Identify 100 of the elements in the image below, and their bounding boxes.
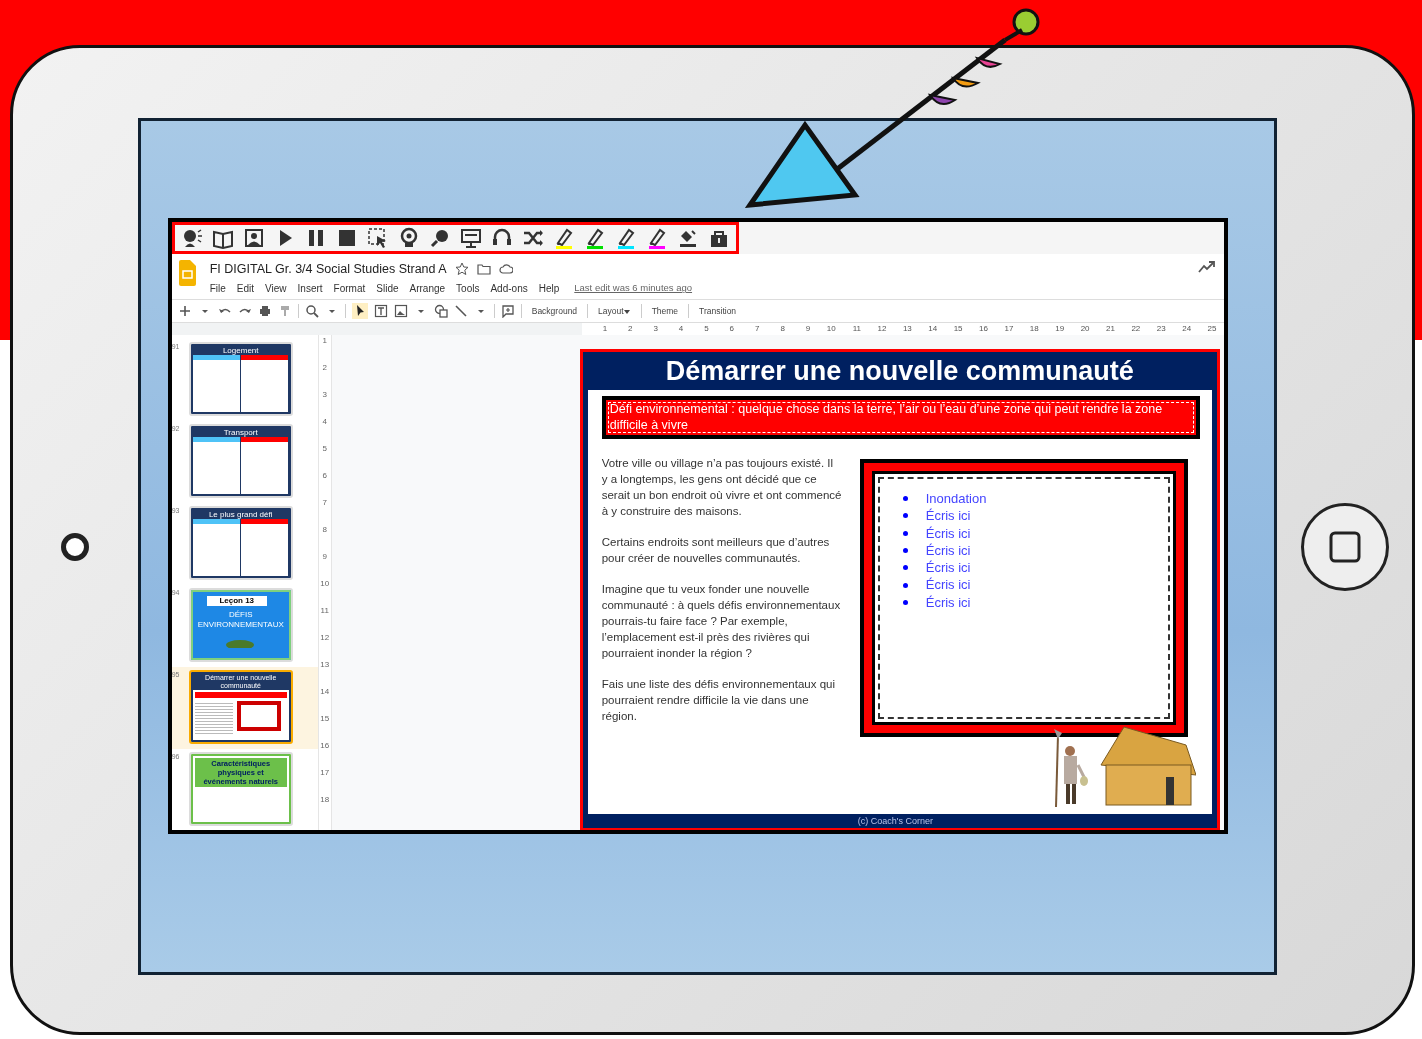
ruler-number: 5 bbox=[321, 443, 328, 455]
ruler-number: 17 bbox=[319, 767, 331, 779]
list-item[interactable]: Écris ici bbox=[925, 559, 971, 577]
slide-thumbnail[interactable]: Transport bbox=[188, 424, 293, 498]
toolbar-button[interactable]: Background bbox=[527, 304, 582, 318]
paragraph: Imagine que tu veux fonder une nouvelle communauté : à quels défis environnementaux pourrais-tu faire face ? Par exemple, l’emplacement est-il près des rivières qui pourraient inonder la région ? bbox=[601, 582, 842, 661]
ruler-number: 2 bbox=[321, 362, 328, 374]
cloud-icon[interactable] bbox=[498, 262, 513, 277]
bullet-icon bbox=[902, 530, 908, 536]
ruler-number: 8 bbox=[321, 524, 328, 536]
ruler-number: 1 bbox=[321, 335, 328, 347]
ruler-number: 22 bbox=[1130, 323, 1141, 335]
ruler-number: 5 bbox=[703, 323, 709, 335]
ruler-number: 14 bbox=[927, 323, 938, 335]
slide-thumbnail[interactable]: Leçon 13 DÉFIS ENVIRONNEMENTAUX bbox=[188, 588, 293, 662]
hill-drawing bbox=[224, 637, 255, 648]
menu-item[interactable]: Arrange bbox=[409, 280, 446, 296]
menu-item[interactable]: Edit bbox=[236, 280, 255, 296]
ruler-number: 25 bbox=[1206, 323, 1217, 335]
print-icon[interactable] bbox=[257, 304, 272, 318]
list-item[interactable]: Écris ici bbox=[925, 541, 971, 560]
ruler-number: 13 bbox=[319, 659, 331, 671]
camera-icon bbox=[61, 532, 90, 561]
ruler-number: 19 bbox=[1054, 323, 1065, 335]
ruler-number: 15 bbox=[319, 713, 331, 725]
list-item[interactable]: Écris ici bbox=[925, 576, 971, 594]
list-item[interactable]: Écris ici bbox=[925, 593, 971, 612]
menu-item[interactable]: Add-ons bbox=[490, 280, 528, 296]
text-lines bbox=[194, 701, 233, 735]
activity-trend-icon[interactable] bbox=[1197, 260, 1216, 274]
toolbar-button[interactable]: Transition bbox=[695, 304, 741, 318]
image-insert-icon[interactable] bbox=[393, 304, 408, 318]
zoom-icon[interactable] bbox=[304, 304, 319, 318]
definition-text: Défi environnemental : quelque chose dans la terre, l’air ou l’eau d’une zone qui peut rendre la zone difficile à vivre bbox=[605, 400, 1196, 435]
ruler-number: 4 bbox=[321, 416, 328, 428]
monitor-icon[interactable] bbox=[459, 227, 482, 249]
ruler-number: 16 bbox=[978, 323, 988, 335]
bullet-icon bbox=[902, 565, 908, 571]
paragraph: Certains endroits sont meilleurs que d’autres pour créer de nouvelles communautés. bbox=[601, 535, 831, 566]
menu-item[interactable]: Help bbox=[538, 280, 560, 296]
ruler-number: 18 bbox=[319, 794, 331, 806]
line-icon[interactable] bbox=[453, 304, 468, 318]
thumbnail-title: DÉFIS ENVIRONNEMENTAUX bbox=[196, 610, 285, 630]
menu-item[interactable]: Insert bbox=[297, 280, 323, 296]
last-edit-link[interactable]: Last edit was 6 minutes ago bbox=[574, 281, 693, 296]
ruler-number: 8 bbox=[779, 323, 785, 335]
menu-item[interactable]: File bbox=[209, 280, 226, 296]
ruler-number: 24 bbox=[1181, 323, 1192, 335]
bullet-icon bbox=[902, 496, 908, 502]
text-box-icon[interactable] bbox=[373, 304, 388, 318]
thumbnail-title: Le plus grand défi bbox=[207, 510, 274, 519]
answer-box[interactable]: Inondation Écris ici Écris ici Écris ici Écris ici Écris ici Écris ici bbox=[871, 471, 1176, 725]
ruler-number: 11 bbox=[319, 605, 330, 617]
shapes-icon[interactable] bbox=[433, 304, 448, 318]
ruler-number: 7 bbox=[321, 497, 328, 509]
ruler-number: 16 bbox=[319, 740, 331, 752]
list-item[interactable]: Inondation bbox=[925, 490, 987, 508]
caret-icon bbox=[623, 307, 631, 315]
folder-icon[interactable] bbox=[476, 262, 491, 277]
plus-icon[interactable] bbox=[177, 304, 192, 318]
menu-item[interactable]: View bbox=[265, 280, 287, 296]
ruler-number: 9 bbox=[804, 323, 811, 335]
star-icon[interactable] bbox=[454, 262, 469, 277]
document-title[interactable]: FI DIGITAL Gr. 3/4 Social Studies Strand A bbox=[209, 260, 447, 279]
menu-item[interactable]: Format bbox=[333, 280, 366, 296]
ruler-number: 4 bbox=[677, 323, 684, 335]
shuffle-icon[interactable] bbox=[521, 227, 544, 249]
cursor-icon[interactable] bbox=[351, 303, 368, 319]
ruler-number: 11 bbox=[851, 323, 861, 335]
bullet-icon bbox=[902, 513, 908, 519]
ruler-number: 13 bbox=[901, 323, 912, 335]
bullet-icon bbox=[902, 599, 908, 605]
ruler-number: 15 bbox=[952, 323, 963, 335]
ruler-number: 17 bbox=[1003, 323, 1014, 335]
image-icon[interactable] bbox=[242, 227, 265, 249]
ruler-number: 14 bbox=[319, 686, 331, 698]
slide-thumbnail[interactable]: Le plus grand défi bbox=[188, 506, 293, 580]
ruler-number: 18 bbox=[1028, 323, 1039, 335]
slide-thumbnail[interactable]: Logement bbox=[188, 342, 293, 416]
ruler-number: 7 bbox=[754, 323, 760, 335]
menu-item[interactable]: Slide bbox=[376, 280, 399, 296]
toolbar-button[interactable]: Theme bbox=[647, 304, 683, 318]
ruler-number: 10 bbox=[319, 578, 331, 590]
list-item[interactable]: Écris ici bbox=[925, 507, 971, 525]
ruler-number: 3 bbox=[652, 323, 658, 335]
paragraph: Fais une liste des défis environnementaux qui pourraient rendre difficile la vie dans une région. bbox=[601, 677, 837, 724]
ruler-number: 6 bbox=[728, 323, 735, 335]
ruler-number: 12 bbox=[876, 323, 887, 335]
list-item[interactable]: Écris ici bbox=[925, 524, 971, 542]
menu-item[interactable]: Tools bbox=[456, 280, 480, 296]
bullet-icon bbox=[902, 548, 908, 554]
frame-outline bbox=[236, 701, 281, 731]
ruler-number: 9 bbox=[321, 551, 328, 563]
toolbar-button[interactable]: Layout bbox=[594, 304, 635, 318]
ruler-number: 6 bbox=[321, 470, 328, 482]
copyright-text: (c) Coach's Corner bbox=[856, 815, 934, 828]
ruler-number: 23 bbox=[1155, 323, 1166, 335]
search-icon[interactable] bbox=[428, 227, 451, 249]
comment-icon[interactable] bbox=[500, 304, 515, 318]
ruler-number: 2 bbox=[627, 323, 633, 335]
